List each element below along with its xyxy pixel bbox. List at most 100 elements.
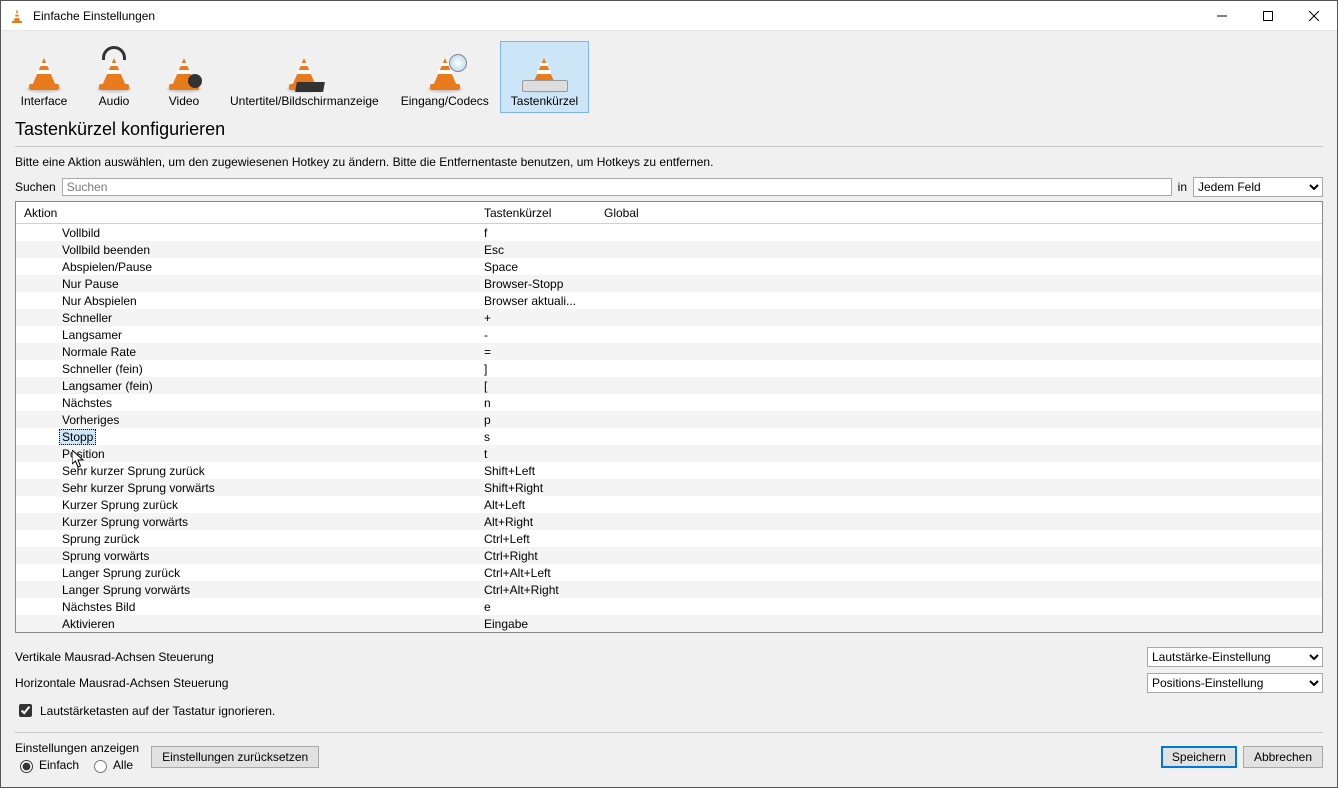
cell-hotkey: Alt+Right [476, 515, 596, 529]
vertical-axis-row: Vertikale Mausrad-Achsen Steuerung Lauts… [15, 647, 1323, 667]
table-row[interactable]: Nur AbspielenBrowser aktuali... [16, 292, 1322, 309]
table-row[interactable]: Vorherigesp [16, 411, 1322, 428]
col-header-action[interactable]: Aktion [16, 206, 476, 220]
table-row[interactable]: Nur PauseBrowser-Stopp [16, 275, 1322, 292]
footer: Einstellungen anzeigen Einfach Alle Eins… [1, 739, 1337, 787]
table-row[interactable]: Kurzer Sprung zurückAlt+Left [16, 496, 1322, 513]
reset-button[interactable]: Einstellungen zurücksetzen [151, 746, 319, 768]
film-cone-icon [163, 48, 205, 92]
cell-action: Schneller [16, 311, 476, 325]
cell-hotkey: Alt+Left [476, 498, 596, 512]
radio-simple[interactable] [20, 760, 33, 773]
col-header-global[interactable]: Global [596, 206, 1305, 220]
tab-label: Audio [99, 94, 130, 108]
table-row[interactable]: Langer Sprung vorwärtsCtrl+Alt+Right [16, 581, 1322, 598]
tab-interface[interactable]: Interface [9, 41, 79, 113]
table-row[interactable]: AktivierenEingabe [16, 615, 1322, 632]
save-button[interactable]: Speichern [1161, 746, 1237, 768]
disc-cone-icon [424, 48, 466, 92]
cell-action: Nächstes Bild [16, 600, 476, 614]
table-row[interactable]: Langsamer- [16, 326, 1322, 343]
maximize-button[interactable] [1245, 1, 1291, 30]
tab-subtitles[interactable]: Untertitel/Bildschirmanzeige [219, 41, 390, 113]
search-label: Suchen [15, 180, 56, 194]
cell-hotkey: Ctrl+Alt+Left [476, 566, 596, 580]
cell-action: Langer Sprung vorwärts [16, 583, 476, 597]
cell-action: Nur Pause [16, 277, 476, 291]
table-row[interactable]: Langsamer (fein)[ [16, 377, 1322, 394]
table-row[interactable]: Langer Sprung zurückCtrl+Alt+Left [16, 564, 1322, 581]
tab-label: Tastenkürzel [511, 94, 578, 108]
table-row[interactable]: Normale Rate= [16, 343, 1322, 360]
cell-hotkey: Esc [476, 243, 596, 257]
radio-all-label[interactable]: Alle [89, 757, 133, 773]
cell-hotkey: [ [476, 379, 596, 393]
vertical-axis-label: Vertikale Mausrad-Achsen Steuerung [15, 650, 214, 664]
cell-hotkey: Shift+Left [476, 464, 596, 478]
instructions-text: Bitte eine Aktion auswählen, um den zuge… [15, 155, 1323, 169]
axis-options: Vertikale Mausrad-Achsen Steuerung Lauts… [1, 633, 1337, 726]
cell-hotkey: Ctrl+Alt+Right [476, 583, 596, 597]
titlebar: Einfache Einstellungen [1, 1, 1337, 31]
cell-action: Langer Sprung zurück [16, 566, 476, 580]
hotkeys-table: Aktion Tastenkürzel Global VollbildfVoll… [15, 201, 1323, 633]
table-row[interactable]: Nächstes Bilde [16, 598, 1322, 615]
radio-all[interactable] [94, 760, 107, 773]
cell-hotkey: ] [476, 362, 596, 376]
cell-action: Langsamer (fein) [16, 379, 476, 393]
tab-hotkeys[interactable]: Tastenkürzel [500, 41, 589, 113]
horizontal-axis-select[interactable]: Positions-Einstellung [1147, 673, 1323, 693]
cell-action: Position [16, 447, 476, 461]
table-row[interactable]: Abspielen/PauseSpace [16, 258, 1322, 275]
cell-action: Kurzer Sprung zurück [16, 498, 476, 512]
table-row[interactable]: Nächstesn [16, 394, 1322, 411]
tab-input-codecs[interactable]: Eingang/Codecs [390, 41, 500, 113]
close-button[interactable] [1291, 1, 1337, 30]
tab-label: Eingang/Codecs [401, 94, 489, 108]
cell-action: Sprung zurück [16, 532, 476, 546]
table-row[interactable]: Positiont [16, 445, 1322, 462]
ignore-volume-checkbox[interactable] [19, 704, 32, 717]
cell-hotkey: = [476, 345, 596, 359]
table-row[interactable]: Sprung vorwärtsCtrl+Right [16, 547, 1322, 564]
vertical-axis-select[interactable]: Lautstärke-Einstellung [1147, 647, 1323, 667]
cell-action: Schneller (fein) [16, 362, 476, 376]
cell-action: Nächstes [16, 396, 476, 410]
cell-action: Abspielen/Pause [16, 260, 476, 274]
ignore-volume-label: Lautstärketasten auf der Tastatur ignori… [40, 704, 275, 718]
table-body[interactable]: VollbildfVollbild beendenEscAbspielen/Pa… [16, 224, 1322, 632]
search-in-select[interactable]: Jedem Feld [1193, 177, 1323, 197]
cell-hotkey: s [476, 430, 596, 444]
radio-simple-label[interactable]: Einfach [15, 757, 79, 773]
table-row[interactable]: Schneller+ [16, 309, 1322, 326]
table-row[interactable]: Vollbild beendenEsc [16, 241, 1322, 258]
col-header-hotkey[interactable]: Tastenkürzel [476, 206, 596, 220]
hotkeys-panel: Bitte eine Aktion auswählen, um den zuge… [1, 155, 1337, 633]
cell-action: Sprung vorwärts [16, 549, 476, 563]
table-row[interactable]: Sehr kurzer Sprung vorwärtsShift+Right [16, 479, 1322, 496]
table-row[interactable]: Sehr kurzer Sprung zurückShift+Left [16, 462, 1322, 479]
divider [15, 146, 1323, 147]
tab-audio[interactable]: Audio [79, 41, 149, 113]
clapboard-cone-icon [283, 48, 325, 92]
table-row[interactable]: Stopps [16, 428, 1322, 445]
cell-hotkey: Space [476, 260, 596, 274]
cone-icon [23, 48, 65, 92]
horizontal-axis-label: Horizontale Mausrad-Achsen Steuerung [15, 676, 228, 690]
minimize-button[interactable] [1199, 1, 1245, 30]
cell-hotkey: + [476, 311, 596, 325]
tab-video[interactable]: Video [149, 41, 219, 113]
tab-label: Interface [21, 94, 68, 108]
tab-label: Untertitel/Bildschirmanzeige [230, 94, 379, 108]
table-row[interactable]: Sprung zurückCtrl+Left [16, 530, 1322, 547]
table-row[interactable]: Kurzer Sprung vorwärtsAlt+Right [16, 513, 1322, 530]
ignore-volume-row: Lautstärketasten auf der Tastatur ignori… [15, 701, 1323, 720]
search-row: Suchen in Jedem Feld [15, 177, 1323, 197]
table-row[interactable]: Vollbildf [16, 224, 1322, 241]
table-header: Aktion Tastenkürzel Global [16, 202, 1322, 224]
cell-action: Vollbild beenden [16, 243, 476, 257]
search-input[interactable] [62, 178, 1172, 196]
cell-hotkey: Shift+Right [476, 481, 596, 495]
cancel-button[interactable]: Abbrechen [1243, 746, 1323, 768]
table-row[interactable]: Schneller (fein)] [16, 360, 1322, 377]
